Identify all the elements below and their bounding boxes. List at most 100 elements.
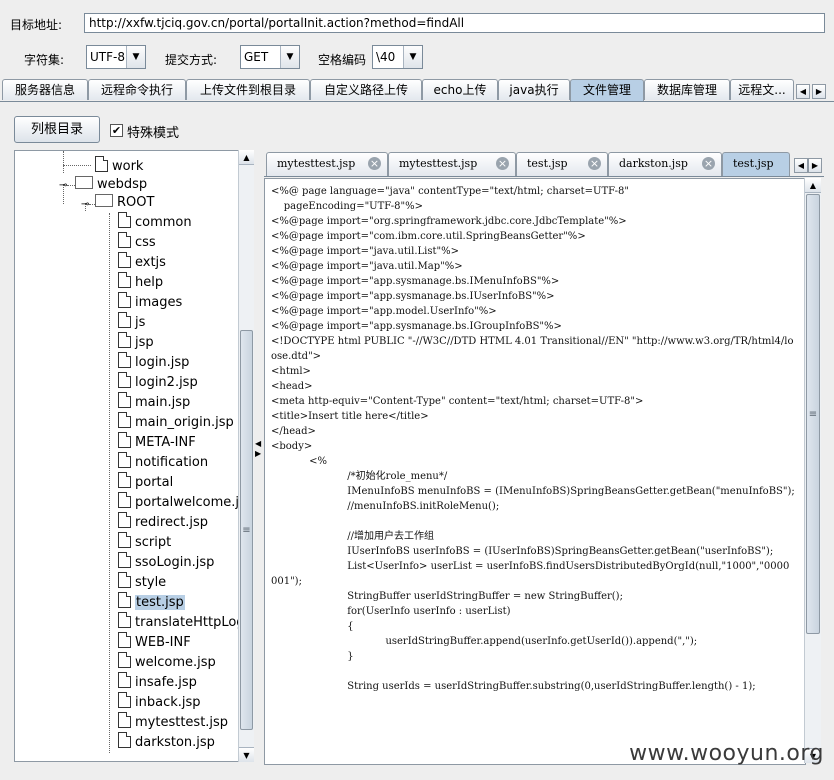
scroll-thumb[interactable]: ≡: [806, 194, 820, 634]
file-icon: [118, 352, 131, 368]
tab-echo-upload[interactable]: echo上传: [422, 79, 498, 100]
tab-remote-command[interactable]: 远程命令执行: [88, 79, 186, 100]
tree-node[interactable]: jsp: [118, 332, 154, 352]
watermark: www.wooyun.org: [629, 741, 824, 766]
close-icon[interactable]: ×: [368, 157, 381, 170]
tab-file-manager[interactable]: 文件管理: [570, 79, 644, 101]
file-tab-scroll-right-icon[interactable]: ▶: [808, 158, 822, 173]
file-tab[interactable]: mytesttest.jsp ×: [388, 152, 516, 176]
file-icon: [118, 272, 131, 288]
scroll-down-icon[interactable]: ▼: [239, 747, 254, 762]
file-icon: [118, 732, 131, 748]
space-encoding-label: 空格编码: [318, 53, 367, 67]
tab-database-manager[interactable]: 数据库管理: [644, 79, 730, 100]
tree-node[interactable]: redirect.jsp: [118, 512, 208, 532]
scroll-thumb[interactable]: ≡: [240, 330, 253, 730]
tree-node[interactable]: style: [118, 572, 166, 592]
url-label: 目标地址:: [10, 18, 63, 32]
editor-scrollbar[interactable]: ▲ ≡ ▼: [804, 178, 821, 763]
url-input[interactable]: http://xxfw.tjciq.gov.cn/portal/portalIn…: [84, 13, 825, 33]
file-tab-scroll-left-icon[interactable]: ◀: [794, 158, 808, 173]
tree-node[interactable]: login2.jsp: [118, 372, 198, 392]
submit-method-select[interactable]: GET ▼: [240, 45, 300, 69]
tab-scroll-right-icon[interactable]: ▶: [812, 84, 826, 99]
charset-label: 字符集:: [24, 53, 65, 67]
file-icon: [118, 632, 131, 648]
tree-node[interactable]: translateHttpLogin: [118, 612, 239, 632]
split-pane-divider[interactable]: ◀ ▶: [254, 150, 262, 762]
close-icon[interactable]: ×: [702, 157, 715, 170]
tree-node[interactable]: work: [95, 156, 143, 176]
file-icon: [118, 692, 131, 708]
code-content[interactable]: <%@ page language="java" contentType="te…: [271, 184, 795, 694]
file-icon: [118, 532, 131, 548]
special-mode-checkbox[interactable]: ✔: [110, 124, 123, 137]
file-icon: [118, 232, 131, 248]
split-right-arrow-icon[interactable]: ▶: [255, 450, 261, 458]
tab-server-info[interactable]: 服务器信息: [2, 79, 88, 100]
tree-node[interactable]: main.jsp: [118, 392, 190, 412]
file-icon: [118, 552, 131, 568]
tree-node[interactable]: common: [118, 212, 192, 232]
file-icon: [118, 412, 131, 428]
tree-node[interactable]: ROOT: [95, 193, 154, 213]
scroll-up-icon[interactable]: ▲: [805, 178, 821, 193]
file-icon: [118, 432, 131, 448]
tree-guide-line: [109, 213, 110, 753]
tree-node[interactable]: css: [118, 232, 156, 252]
tree-guide-line: [63, 151, 64, 173]
tree-node[interactable]: webdsp: [75, 175, 147, 195]
space-encoding-select[interactable]: \40 ▼: [372, 45, 423, 69]
tree-guide-line: [63, 165, 91, 166]
tree-node[interactable]: main_origin.jsp: [118, 412, 234, 432]
file-tab[interactable]: test.jsp ×: [516, 152, 608, 176]
special-mode-label: 特殊模式: [127, 126, 180, 141]
tab-scroll-left-icon[interactable]: ◀: [796, 84, 810, 99]
tree-scrollbar[interactable]: ▲ ≡ ▼: [238, 150, 254, 762]
close-icon[interactable]: ×: [588, 157, 601, 170]
file-tab-label: test.jsp: [733, 157, 774, 170]
charset-select[interactable]: UTF-8 ▼: [86, 45, 146, 69]
tree-node[interactable]: darkston.jsp: [118, 732, 215, 752]
file-tab[interactable]: mytesttest.jsp ×: [266, 152, 388, 176]
collapse-handle-icon[interactable]: ⊸: [59, 181, 67, 191]
code-editor[interactable]: <%@ page language="java" contentType="te…: [264, 178, 806, 765]
chevron-down-icon[interactable]: ▼: [126, 46, 145, 68]
tree-node[interactable]: notification: [118, 452, 208, 472]
list-root-button[interactable]: 列根目录: [14, 116, 100, 143]
file-icon: [118, 312, 131, 328]
tree-node[interactable]: images: [118, 292, 182, 312]
tab-upload-to-root[interactable]: 上传文件到根目录: [186, 79, 310, 100]
tree-node[interactable]: ssoLogin.jsp: [118, 552, 214, 572]
tree-node[interactable]: extjs: [118, 252, 166, 272]
tree-node[interactable]: portal: [118, 472, 173, 492]
tab-custom-path-upload[interactable]: 自定义路径上传: [310, 79, 422, 100]
scroll-up-icon[interactable]: ▲: [239, 150, 254, 165]
tab-remote-file[interactable]: 远程文...: [730, 79, 794, 100]
file-icon: [118, 392, 131, 408]
tree-node[interactable]: script: [118, 532, 171, 552]
tree-node[interactable]: META-INF: [118, 432, 196, 452]
tree-node[interactable]: mytesttest.jsp: [118, 712, 228, 732]
close-icon[interactable]: ×: [496, 157, 509, 170]
tree-node[interactable]: portalwelcome.jsp: [118, 492, 239, 512]
chevron-down-icon[interactable]: ▼: [403, 46, 422, 68]
tree-node[interactable]: help: [118, 272, 163, 292]
file-tab-active[interactable]: test.jsp: [722, 152, 790, 176]
tree-node[interactable]: inback.jsp: [118, 692, 201, 712]
tree-node[interactable]: WEB-INF: [118, 632, 191, 652]
tab-java-exec[interactable]: java执行: [498, 79, 570, 100]
file-tab-label: mytesttest.jsp: [277, 157, 356, 170]
tree-node[interactable]: insafe.jsp: [118, 672, 197, 692]
file-tab-label: test.jsp: [527, 157, 568, 170]
chevron-down-icon[interactable]: ▼: [280, 46, 299, 68]
tree-node[interactable]: login.jsp: [118, 352, 189, 372]
file-icon: [118, 572, 131, 588]
split-left-arrow-icon[interactable]: ◀: [255, 440, 261, 448]
collapse-handle-icon[interactable]: ⊸: [81, 200, 89, 210]
tree-node-selected[interactable]: test.jsp: [118, 592, 185, 612]
space-encoding-value: \40: [376, 50, 396, 64]
file-tab[interactable]: darkston.jsp ×: [608, 152, 722, 176]
tree-node[interactable]: welcome.jsp: [118, 652, 216, 672]
tree-node[interactable]: js: [118, 312, 145, 332]
